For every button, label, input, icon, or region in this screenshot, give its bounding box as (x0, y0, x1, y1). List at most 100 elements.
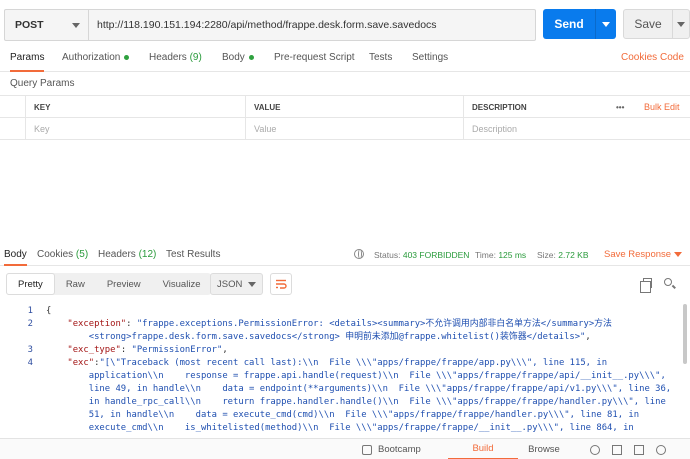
code-line: 2 "exception": "frappe.exceptions.Permis… (0, 318, 680, 331)
save-label: Save (624, 10, 673, 38)
code-token: "PermissionError" (131, 345, 223, 355)
tab-count: (12) (138, 249, 157, 260)
tab-params[interactable]: Params (10, 52, 45, 72)
tab-label: Authorization (62, 52, 121, 63)
tab-response-headers[interactable]: Headers (12) (98, 249, 156, 260)
tab-response-body[interactable]: Body (4, 249, 27, 266)
question-icon (656, 444, 666, 455)
line-number: 2 (27, 319, 33, 329)
tab-count: (5) (75, 249, 89, 260)
tab-label: Test Results (166, 249, 221, 260)
scrollbar-thumb[interactable] (683, 304, 687, 364)
tab-label: Params (10, 52, 45, 63)
bulk-edit-link[interactable]: Bulk Edit (636, 96, 690, 118)
code-line: <strong>frappe.desk.form.save.savedocs</… (0, 331, 680, 344)
layout-icon (634, 444, 644, 455)
help-docs-button[interactable] (656, 439, 666, 459)
build-tab[interactable]: Build (448, 439, 518, 459)
status-dot-icon (124, 54, 130, 60)
code-line: in handle_rpc_call\\n return frappe.hand… (0, 396, 680, 409)
request-tabs: Params Authorization Headers (9) Body Pr… (0, 48, 690, 72)
tab-label: Headers (149, 52, 187, 63)
cookies-link[interactable]: Cookies (621, 52, 657, 63)
tab-test-results[interactable]: Test Results (166, 249, 220, 260)
code-text: "exc":"[\"Traceback (most recent call la… (46, 357, 607, 370)
size-readout: Size: 2.72 KB (537, 250, 589, 260)
send-label: Send (543, 9, 596, 39)
column-header-value: VALUE (245, 96, 463, 118)
table-row: Key Value Description (0, 118, 690, 140)
code-text: execute_cmd\\n is_whitelisted(method)\\n… (46, 422, 634, 434)
status-readout: Status: 403 FORBIDDEN (374, 250, 469, 260)
help-icon (590, 444, 600, 455)
save-options-dropdown[interactable] (673, 10, 689, 38)
tab-label: Body (222, 52, 245, 63)
code-token: execute_cmd\\n is_whitelisted(method)\\n… (46, 423, 634, 433)
wrap-lines-icon (276, 279, 287, 289)
response-body-code[interactable]: 1{2 "exception": "frappe.exceptions.Perm… (0, 301, 680, 434)
tab-tests[interactable]: Tests (369, 52, 392, 72)
checkbox-column (0, 96, 25, 118)
table-header-row: KEY VALUE DESCRIPTION ••• Bulk Edit (0, 96, 690, 118)
code-line: 4 "exc":"[\"Traceback (most recent call … (0, 357, 680, 370)
view-mode-preview[interactable]: Preview (96, 273, 152, 295)
query-params-table: KEY VALUE DESCRIPTION ••• Bulk Edit Key … (0, 95, 690, 140)
view-mode-raw[interactable]: Raw (55, 273, 96, 295)
tab-label: Body (4, 249, 27, 260)
response-toolbar: Pretty Raw Preview Visualize JSON (0, 270, 690, 298)
code-token: , (585, 332, 591, 342)
browse-tab[interactable]: Browse (518, 439, 570, 459)
code-link[interactable]: Code (660, 52, 684, 63)
status-value: 403 FORBIDDEN (402, 250, 470, 260)
code-token: application\\n response = frappe.api.han… (46, 371, 666, 381)
globe-icon[interactable] (354, 249, 364, 259)
code-token: "frappe.exceptions.PermissionError: <det… (136, 319, 612, 329)
view-mode-visualize[interactable]: Visualize (152, 273, 212, 295)
line-number: 3 (27, 345, 33, 355)
two-pane-view-button[interactable] (634, 439, 644, 459)
code-text: "exc_type": "PermissionError", (46, 344, 228, 357)
search-icon[interactable] (664, 278, 672, 286)
wrap-lines-button[interactable] (270, 273, 292, 295)
code-token: : (126, 319, 137, 329)
row-checkbox[interactable] (0, 118, 25, 140)
tab-settings[interactable]: Settings (412, 52, 448, 72)
tab-count: (9) (189, 52, 202, 63)
help-button[interactable] (590, 439, 600, 459)
send-button[interactable]: Send (543, 9, 616, 39)
key-input[interactable]: Key (25, 118, 245, 140)
code-token: line 49, in handle\\n data = endpoint(**… (46, 384, 672, 394)
save-response-dropdown[interactable]: Save Response (604, 249, 682, 260)
tab-authorization[interactable]: Authorization (62, 52, 130, 72)
code-line: line 49, in handle\\n data = endpoint(**… (0, 383, 680, 396)
view-mode-pretty[interactable]: Pretty (6, 273, 55, 295)
code-line: 1{ (0, 305, 680, 318)
tab-response-cookies[interactable]: Cookies (5) (37, 249, 88, 260)
send-options-dropdown[interactable] (596, 9, 616, 39)
copy-icon[interactable] (640, 278, 652, 293)
time-label: Time: (475, 250, 496, 260)
method-select[interactable]: POST (5, 10, 89, 40)
save-response-label: Save Response (604, 249, 672, 260)
url-input[interactable]: http://118.190.151.194:2280/api/method/f… (89, 10, 535, 40)
tab-label: Headers (98, 249, 136, 260)
bootcamp-button[interactable]: Bootcamp (362, 439, 421, 459)
keyboard-shortcuts-button[interactable] (612, 439, 622, 459)
code-token: "exception" (46, 319, 127, 329)
code-line: execute_cmd\\n is_whitelisted(method)\\n… (0, 422, 680, 434)
code-token: "exc_type" (46, 345, 121, 355)
code-text: in handle_rpc_call\\n return frappe.hand… (46, 396, 666, 409)
code-token: 51, in handle\\n data = execute_cmd(cmd)… (46, 410, 640, 420)
save-button[interactable]: Save (623, 9, 690, 39)
format-select[interactable]: JSON (210, 273, 263, 295)
value-input[interactable]: Value (245, 118, 463, 140)
code-line: 3 "exc_type": "PermissionError", (0, 344, 680, 357)
code-token: <strong>frappe.desk.form.save.savedocs</… (46, 332, 586, 342)
tab-headers[interactable]: Headers (9) (149, 52, 202, 72)
tab-pre-request-script[interactable]: Pre-request Script (274, 52, 355, 72)
more-options-icon[interactable]: ••• (608, 96, 636, 118)
code-token: , (222, 345, 228, 355)
description-input[interactable]: Description (463, 118, 690, 140)
code-text: <strong>frappe.desk.form.save.savedocs</… (46, 331, 591, 344)
tab-body[interactable]: Body (222, 52, 254, 72)
